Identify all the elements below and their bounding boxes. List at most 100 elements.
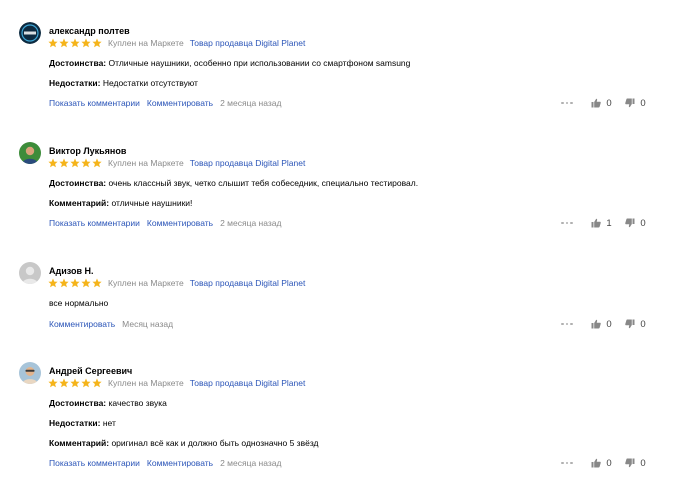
seller-link[interactable]: Товар продавца Digital Planet: [190, 378, 306, 388]
field-text: нет: [102, 418, 116, 428]
like-button[interactable]: 0: [591, 98, 617, 109]
more-options-button[interactable]: [561, 221, 577, 225]
star-icon: [59, 38, 69, 48]
review-meta: Куплен на Маркете Товар продавца Digital…: [48, 377, 305, 389]
author-avatar[interactable]: [19, 262, 41, 284]
star-icon: [92, 278, 102, 288]
dislike-button[interactable]: 0: [625, 319, 651, 330]
thumbs-down-icon: [625, 458, 635, 468]
review-author[interactable]: Андрей Сергеевич: [49, 366, 132, 376]
star-icon: [59, 378, 69, 388]
field-text: оригинал всё как и должно быть однозначн…: [111, 438, 319, 448]
review-author[interactable]: Виктор Лукьянов: [49, 146, 126, 156]
star-icon: [92, 38, 102, 48]
like-button[interactable]: 1: [591, 218, 617, 229]
show-comments-link[interactable]: Показать комментарии: [49, 218, 140, 228]
star-icon: [70, 378, 80, 388]
dislike-button[interactable]: 0: [625, 218, 651, 229]
field-text: очень классный звук, четко слышит тебя с…: [108, 178, 419, 188]
review-actions: Комментировать Месяц назад: [49, 319, 173, 329]
field-label: Достоинства:: [49, 58, 107, 68]
star-icon: [48, 378, 58, 388]
review-pros: Достоинства: качество звука: [49, 398, 167, 408]
review-actions: Показать комментарии Комментировать 2 ме…: [49, 98, 281, 108]
field-label: Комментарий:: [49, 438, 110, 448]
show-comments-link[interactable]: Показать комментарии: [49, 98, 140, 108]
star-icon: [48, 38, 58, 48]
field-label: Достоинства:: [49, 398, 107, 408]
review-cons: Недостатки: Недостатки отсутствуют: [49, 78, 198, 88]
thumbs-down-icon: [625, 98, 635, 108]
review-date: 2 месяца назад: [220, 98, 282, 108]
star-icon: [48, 278, 58, 288]
review-meta: Куплен на Маркете Товар продавца Digital…: [48, 157, 305, 169]
field-text: Недостатки отсутствуют: [102, 78, 198, 88]
thumbs-down-icon: [625, 319, 635, 329]
default-user-icon: [19, 262, 41, 284]
dislike-count: 0: [640, 97, 646, 109]
review-actions: Показать комментарии Комментировать 2 ме…: [49, 458, 281, 468]
like-button[interactable]: 0: [591, 458, 617, 469]
review-text: все нормально: [49, 298, 109, 308]
thumbs-up-icon: [591, 98, 601, 108]
review-date: 2 месяца назад: [220, 458, 282, 468]
field-label: Достоинства:: [49, 178, 107, 188]
thumbs-up-icon: [591, 458, 601, 468]
thumbs-down-icon: [625, 218, 635, 228]
star-icon: [92, 158, 102, 168]
star-icon: [70, 278, 80, 288]
rating-stars: [48, 38, 102, 48]
bought-on-market-label: Куплен на Маркете: [108, 38, 184, 48]
seller-link[interactable]: Товар продавца Digital Planet: [190, 278, 306, 288]
like-button[interactable]: 0: [591, 319, 617, 330]
like-count: 1: [606, 217, 612, 229]
comment-link[interactable]: Комментировать: [147, 218, 213, 228]
review-date: 2 месяца назад: [220, 218, 282, 228]
author-avatar[interactable]: [19, 142, 41, 164]
comment-link[interactable]: Комментировать: [147, 98, 213, 108]
seller-link[interactable]: Товар продавца Digital Planet: [190, 158, 306, 168]
author-avatar[interactable]: [19, 22, 41, 44]
star-icon: [48, 158, 58, 168]
dislike-button[interactable]: 0: [625, 98, 651, 109]
star-icon: [81, 38, 91, 48]
field-label: Комментарий:: [49, 198, 110, 208]
like-count: 0: [606, 97, 612, 109]
more-options-button[interactable]: [561, 101, 577, 105]
bought-on-market-label: Куплен на Маркете: [108, 278, 184, 288]
field-label: Недостатки:: [49, 418, 101, 428]
author-avatar[interactable]: [19, 362, 41, 384]
field-text: Отличные наушники, особенно при использо…: [108, 58, 411, 68]
review-pros: Достоинства: очень классный звук, четко …: [49, 178, 418, 188]
review-comment: Комментарий: оригинал всё как и должно б…: [49, 438, 319, 448]
review-controls: 0 0: [561, 97, 651, 109]
review-actions: Показать комментарии Комментировать 2 ме…: [49, 218, 281, 228]
review-cons: Недостатки: нет: [49, 418, 116, 428]
review-author[interactable]: александр полтев: [49, 26, 130, 36]
review-meta: Куплен на Маркете Товар продавца Digital…: [48, 277, 305, 289]
dislike-button[interactable]: 0: [625, 458, 651, 469]
more-options-button[interactable]: [561, 322, 577, 326]
review-date: Месяц назад: [122, 319, 174, 329]
bought-on-market-label: Куплен на Маркете: [108, 158, 184, 168]
user-photo-icon: [19, 362, 41, 384]
like-count: 0: [606, 457, 612, 469]
show-comments-link[interactable]: Показать комментарии: [49, 458, 140, 468]
comment-link[interactable]: Комментировать: [147, 458, 213, 468]
dislike-count: 0: [640, 318, 646, 330]
star-icon: [81, 158, 91, 168]
seller-link[interactable]: Товар продавца Digital Planet: [190, 38, 306, 48]
star-icon: [59, 158, 69, 168]
like-count: 0: [606, 318, 612, 330]
star-icon: [92, 378, 102, 388]
review-author[interactable]: Адизов Н.: [49, 266, 94, 276]
review-meta: Куплен на Маркете Товар продавца Digital…: [48, 37, 305, 49]
comment-link[interactable]: Комментировать: [49, 319, 115, 329]
thumbs-up-icon: [591, 319, 601, 329]
field-text: отличные наушники!: [111, 198, 193, 208]
star-icon: [70, 38, 80, 48]
star-icon: [81, 378, 91, 388]
rating-stars: [48, 278, 102, 288]
more-options-button[interactable]: [561, 461, 577, 465]
bought-on-market-label: Куплен на Маркете: [108, 378, 184, 388]
